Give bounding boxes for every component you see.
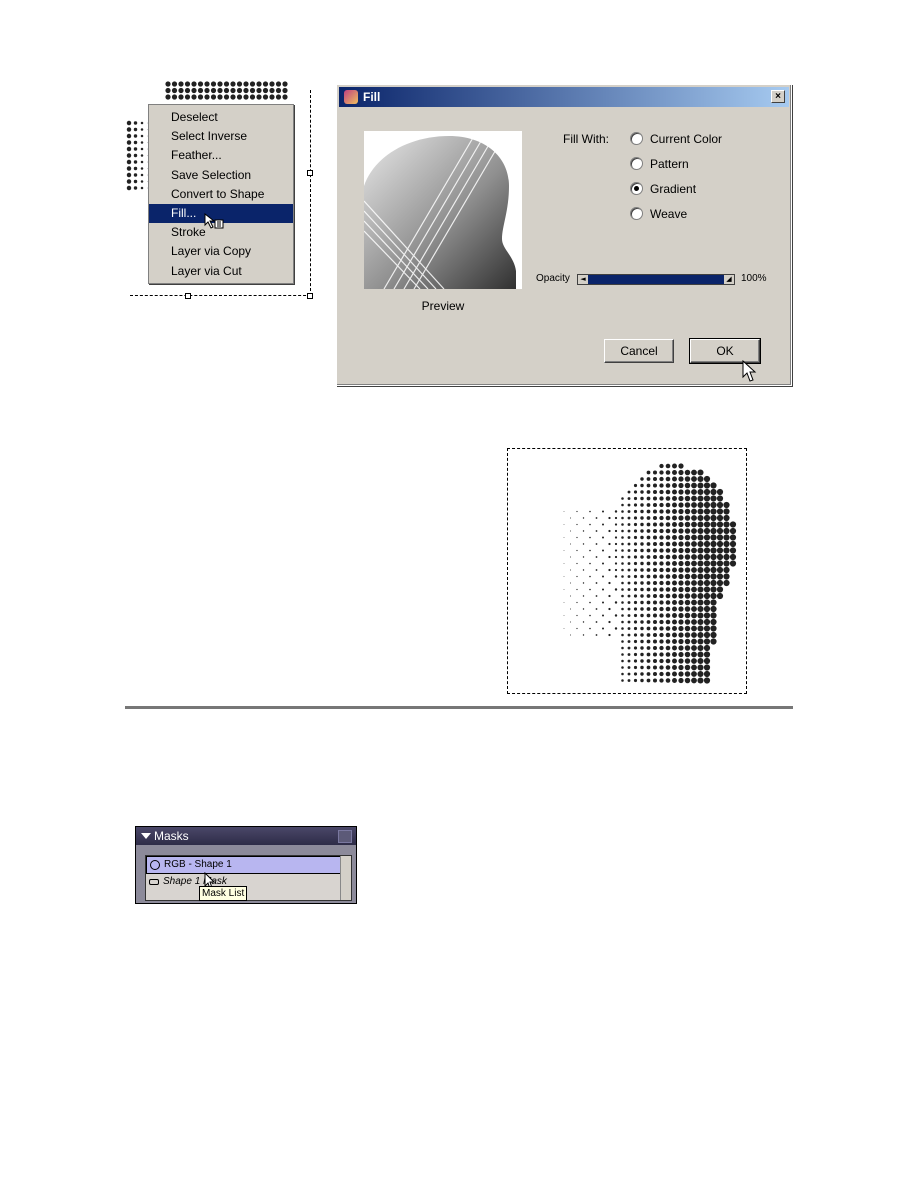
mask-list-scrollbar[interactable] [340, 856, 351, 900]
preview-image [364, 131, 522, 289]
fill-app-icon [344, 90, 358, 104]
opacity-slider[interactable]: ◄ ◢ [577, 274, 735, 285]
menu-item-save-selection[interactable]: Save Selection [149, 166, 293, 185]
fill-dialog: Fill × Preview Fill With: Current Color [336, 84, 792, 386]
tooltip: Mask List [199, 886, 248, 901]
link-icon[interactable] [149, 879, 159, 885]
radio-icon[interactable] [630, 157, 643, 170]
selection-handle[interactable] [307, 170, 313, 176]
halftone-result-canvas [507, 448, 747, 694]
radio-label: Pattern [650, 157, 689, 171]
mask-row-label: RGB - Shape 1 [164, 859, 232, 870]
divider [125, 706, 793, 709]
radio-icon[interactable] [630, 207, 643, 220]
opacity-value: 100% [741, 273, 767, 284]
dialog-title-bar[interactable]: Fill × [339, 87, 789, 107]
opacity-label: Opacity [536, 273, 570, 284]
context-menu: Deselect Select Inverse Feather... Save … [148, 104, 294, 284]
mask-row-shape-1-mask[interactable]: Shape 1 Mask [146, 874, 351, 890]
radio-pattern[interactable]: Pattern [630, 155, 689, 173]
mouse-pointer-icon [742, 360, 757, 382]
slider-left-arrow-icon[interactable]: ◄ [578, 275, 588, 284]
menu-item-layer-via-copy[interactable]: Layer via Copy [149, 242, 293, 261]
radio-weave[interactable]: Weave [630, 205, 687, 223]
menu-item-convert-to-shape[interactable]: Convert to Shape [149, 185, 293, 204]
radio-label: Gradient [650, 182, 697, 196]
selection-handle[interactable] [185, 293, 191, 299]
radio-icon[interactable] [630, 132, 643, 145]
masks-panel-header[interactable]: Masks [136, 827, 356, 845]
selection-handle[interactable] [307, 293, 313, 299]
preview-label: Preview [421, 299, 465, 313]
radio-current-color[interactable]: Current Color [630, 130, 722, 148]
fill-with-label: Fill With: [563, 132, 609, 146]
menu-item-select-inverse[interactable]: Select Inverse [149, 127, 293, 146]
mask-list[interactable]: RGB - Shape 1 Shape 1 Mask [145, 855, 352, 901]
cancel-button[interactable]: Cancel [604, 339, 674, 363]
slider-thumb[interactable]: ◢ [724, 275, 734, 284]
radio-gradient[interactable]: Gradient [630, 180, 696, 198]
close-icon[interactable]: × [771, 90, 785, 103]
panel-menu-icon[interactable] [338, 830, 352, 843]
eye-icon[interactable] [150, 860, 160, 870]
radio-icon[interactable] [630, 182, 643, 195]
menu-item-layer-via-cut[interactable]: Layer via Cut [149, 262, 293, 281]
menu-item-feather[interactable]: Feather... [149, 146, 293, 165]
context-menu-area: Deselect Select Inverse Feather... Save … [125, 80, 315, 300]
dialog-title: Fill [363, 90, 381, 104]
radio-label: Current Color [650, 132, 723, 146]
collapse-triangle-icon[interactable] [141, 833, 151, 839]
menu-item-deselect[interactable]: Deselect [149, 108, 293, 127]
radio-label: Weave [650, 207, 688, 221]
mouse-pointer-icon [204, 213, 224, 229]
masks-panel-title: Masks [154, 829, 189, 843]
mask-row-rgb-shape-1[interactable]: RGB - Shape 1 [146, 856, 351, 874]
